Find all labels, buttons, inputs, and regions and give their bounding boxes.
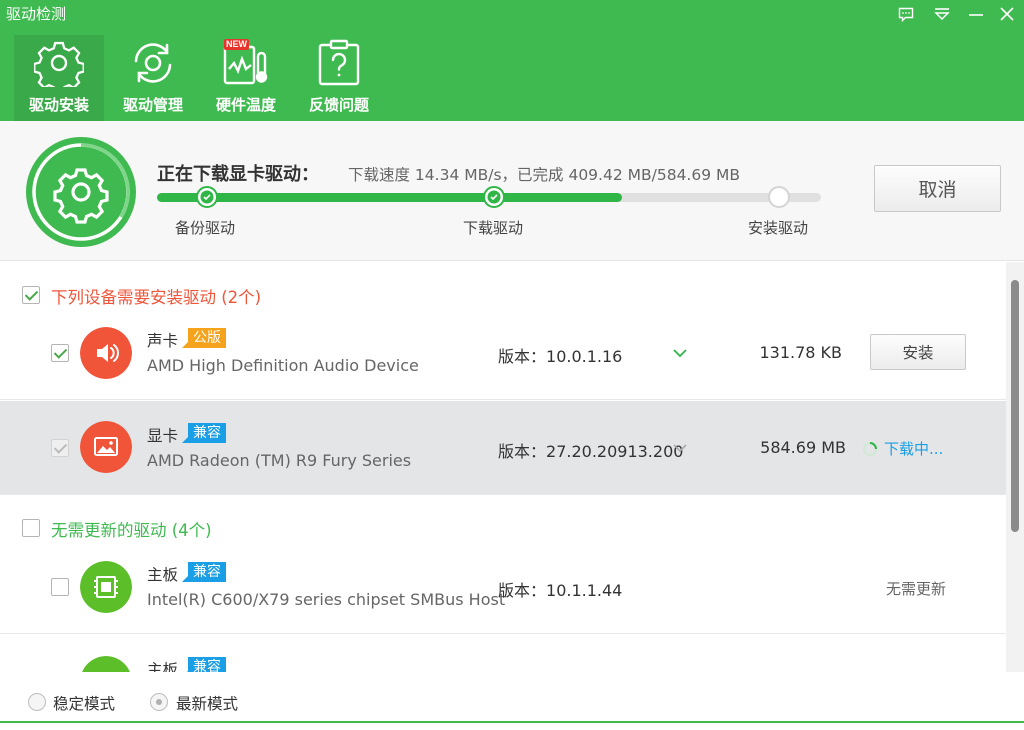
nav-driver-manage[interactable]: 驱动管理 [108,35,198,121]
device-row-motherboard: 主板 兼容 Intel(R) C600/X79 series chipset S… [0,540,1006,634]
downloading-status: 下载中... [862,438,943,459]
stable-mode-radio[interactable] [28,693,46,711]
menu-icon[interactable] [931,4,953,24]
group-title-no-update: 无需更新的驱动 (4个) [51,521,212,540]
close-icon[interactable] [996,4,1018,24]
device-type: 主板 [147,661,179,672]
step-label-backup: 备份驱动 [175,219,236,237]
gear-icon [34,41,84,87]
chip-icon [82,656,130,672]
list-scrollbar[interactable] [1006,262,1024,672]
group-no-update-checkbox[interactable] [22,519,40,537]
nav-label: 驱动安装 [28,96,89,114]
window-title: 驱动检测 [6,5,67,23]
device-tag: 公版 [182,328,226,348]
footer-bar: 稳定模式 最新模式 [0,672,1024,730]
driver-list: 下列设备需要安装驱动 (2个) 声卡 公版 AMD High Definitio… [0,262,1006,672]
device-version: 版本：27.20.20913.200 [498,442,684,461]
device-name: AMD Radeon (TM) R9 Fury Series [147,451,412,470]
device-size: 584.69 MB [760,438,846,457]
step-current-icon [483,186,505,208]
nav-label: 反馈问题 [308,96,369,114]
device-row-motherboard-2: 主板 兼容 [0,635,1006,672]
step-pending-icon [768,186,790,208]
footer-divider [0,721,1024,723]
latest-mode-label[interactable]: 最新模式 [176,692,238,714]
progress-detail: 下载速度 14.34 MB/s，已完成 409.42 MB/584.69 MB [348,166,741,184]
device-name: AMD High Definition Audio Device [147,356,419,375]
group-need-install-checkbox[interactable] [22,286,40,304]
no-update-status: 无需更新 [886,580,947,598]
header-bar: 驱动检测 驱动安装 驱动管理 NEW 硬件温度 反馈问题 [0,0,1024,121]
downloading-label: 下载中... [884,440,944,458]
install-button[interactable]: 安装 [870,334,966,370]
device-version: 版本：10.1.1.44 [498,581,623,600]
chip-icon [80,561,132,613]
device-row-sound: 声卡 公版 AMD High Definition Audio Device 版… [0,306,1006,400]
nav-feedback[interactable]: 反馈问题 [294,35,384,121]
device-type: 声卡 [147,332,179,350]
device-version: 版本：10.0.1.16 [498,347,623,366]
cancel-button[interactable]: 取消 [874,165,1001,212]
speaker-icon [80,327,132,379]
download-progress-panel: 正在下载显卡驱动： 下载速度 14.34 MB/s，已完成 409.42 MB/… [0,121,1024,261]
nav-hardware-temp[interactable]: NEW 硬件温度 [201,35,291,121]
chevron-down-icon[interactable] [673,443,687,453]
scrollbar-thumb[interactable] [1011,280,1019,532]
device-type: 主板 [147,566,179,584]
latest-mode-radio[interactable] [150,693,168,711]
device-tag: 兼容 [182,562,226,582]
step-done-icon [196,186,218,208]
step-label-install: 安装驱动 [748,219,809,237]
nav-label: 驱动管理 [122,96,183,114]
spinner-icon [863,441,877,456]
stable-mode-label[interactable]: 稳定模式 [53,692,115,714]
status-gear-icon [26,137,136,247]
device-tag: 兼容 [182,657,226,672]
driver-detection-window: 驱动检测 驱动安装 驱动管理 NEW 硬件温度 反馈问题 正在下载显卡驱动： 下… [0,0,1024,730]
device-type: 显卡 [147,427,179,445]
device-checkbox[interactable] [51,578,69,596]
chevron-down-icon[interactable] [673,348,687,358]
progress-fill [157,193,622,202]
device-name: Intel(R) C600/X79 series chipset SMBus H… [147,590,506,609]
device-row-graphics: 显卡 兼容 AMD Radeon (TM) R9 Fury Series 版本：… [0,401,1006,495]
device-tag: 兼容 [182,423,226,443]
group-title-need-install: 下列设备需要安装驱动 (2个) [51,288,262,307]
progress-title: 正在下载显卡驱动： [157,164,319,185]
step-label-download: 下载驱动 [463,219,524,237]
feedback-icon[interactable] [895,4,917,24]
nav-driver-install[interactable]: 驱动安装 [14,35,104,121]
question-clipboard-icon [318,39,360,86]
device-checkbox[interactable] [51,344,69,362]
new-badge: NEW [224,39,249,50]
nav-label: 硬件温度 [215,96,276,114]
display-icon [80,421,132,473]
minimize-icon[interactable] [965,4,987,24]
device-size: 131.78 KB [759,343,842,362]
refresh-gear-icon [134,43,172,83]
device-checkbox[interactable] [51,439,69,457]
